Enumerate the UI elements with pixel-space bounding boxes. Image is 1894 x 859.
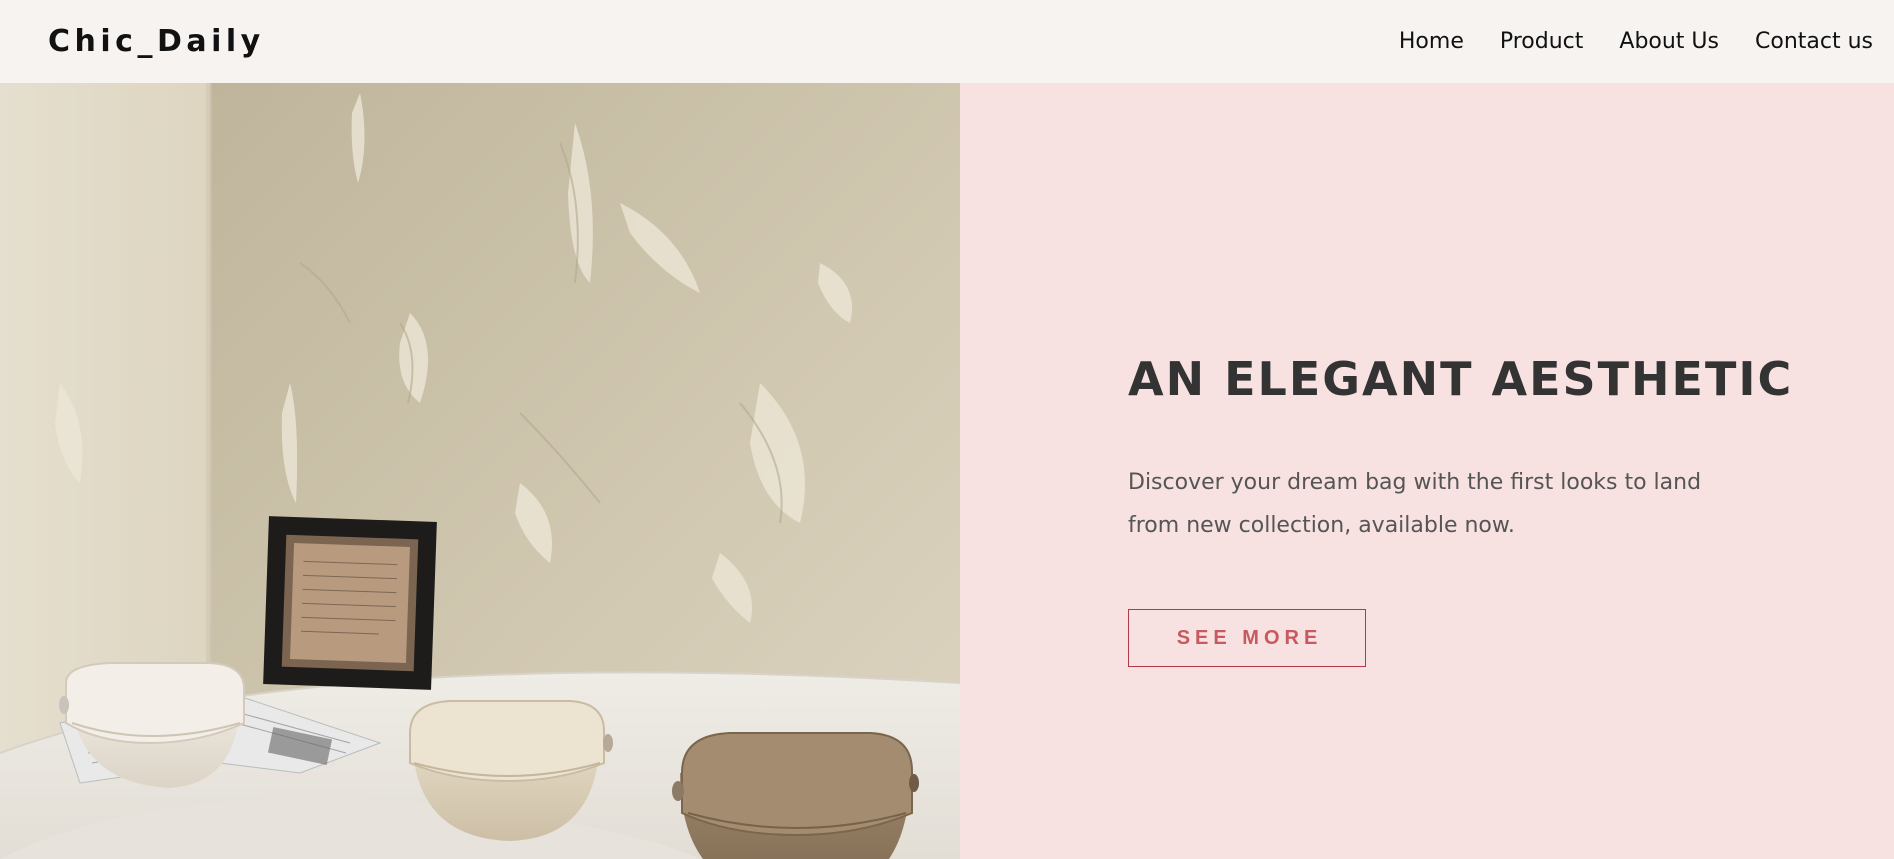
hero-description: Discover your dream bag with the first l… [1128,470,1702,538]
handbags-photo-illustration [0,83,960,859]
see-more-button[interactable]: SEE MORE [1128,609,1366,667]
hero-text-panel: AN ELEGANT AESTHETIC Discover your dream… [960,83,1894,859]
nav-link-home[interactable]: Home [1399,26,1464,58]
hero-section: AN ELEGANT AESTHETIC Discover your dream… [0,83,1894,859]
nav-links: Home Product About Us Contact us [1399,26,1873,58]
hero-headline: AN ELEGANT AESTHETIC [1128,352,1794,406]
hero-product-photo [0,83,960,859]
top-navbar: Chic_Daily Home Product About Us Contact… [0,0,1894,83]
nav-link-about-us[interactable]: About Us [1619,26,1719,58]
nav-link-product[interactable]: Product [1500,26,1584,58]
brand-logo[interactable]: Chic_Daily [48,22,265,62]
nav-link-contact-us[interactable]: Contact us [1755,26,1873,58]
